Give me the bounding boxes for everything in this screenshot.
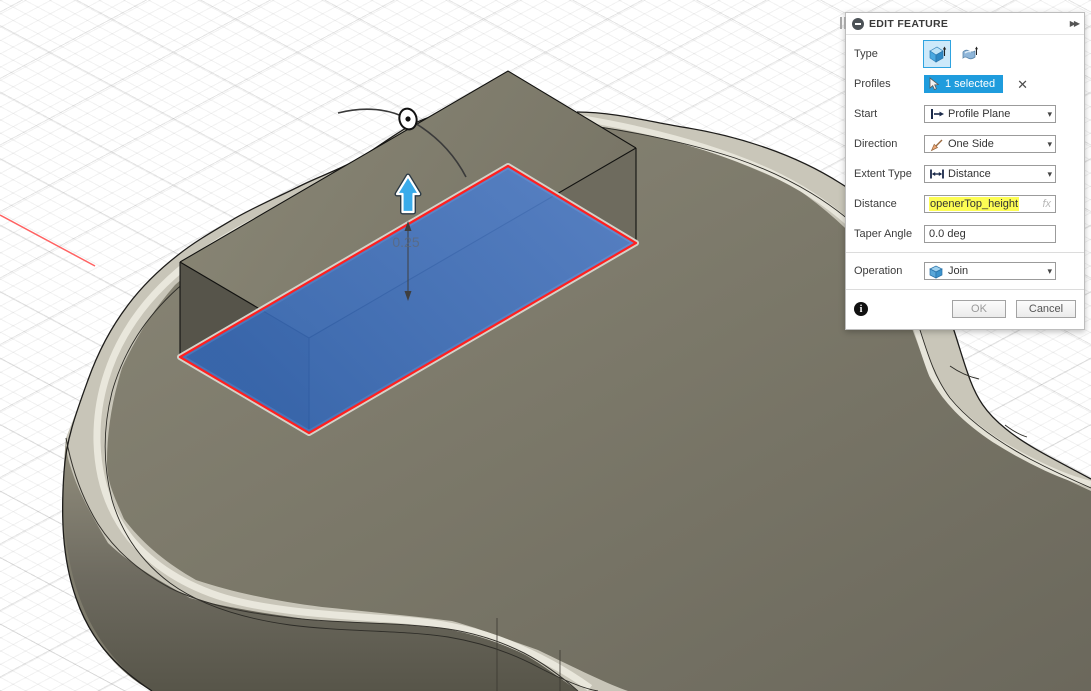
direction-dropdown[interactable]: One Side ▾ xyxy=(924,135,1056,153)
direction-value: One Side xyxy=(945,138,1047,150)
cancel-button[interactable]: Cancel xyxy=(1016,300,1076,318)
start-value: Profile Plane xyxy=(945,108,1047,120)
dialog-footer: i OK Cancel xyxy=(846,293,1084,329)
clear-selection-icon[interactable]: ✕ xyxy=(1017,78,1028,91)
profiles-selected-count: 1 selected xyxy=(945,78,995,90)
dialog-drag-grip[interactable] xyxy=(840,17,846,31)
direction-label: Direction xyxy=(854,138,924,150)
start-label: Start xyxy=(854,108,924,120)
row-operation: Operation Join ▾ xyxy=(846,256,1084,286)
edit-feature-dialog: EDIT FEATURE ▶▶ Type xyxy=(845,12,1085,330)
one-side-icon xyxy=(929,137,945,152)
extent-type-caret-icon: ▾ xyxy=(1047,169,1052,180)
thin-extrude-icon xyxy=(960,44,980,64)
taper-angle-input[interactable]: 0.0 deg xyxy=(924,225,1056,243)
solid-extrude-icon xyxy=(927,44,947,64)
distance-value[interactable]: openerTop_height xyxy=(929,197,1019,211)
feature-minus-icon xyxy=(852,18,864,30)
dialog-title: EDIT FEATURE xyxy=(869,18,1070,30)
row-profiles: Profiles 1 selected ✕ xyxy=(846,69,1084,99)
fx-expression-icon: fx xyxy=(1042,198,1051,210)
dimension-label[interactable]: 0.25 xyxy=(392,234,419,250)
distance-input[interactable]: openerTop_height fx xyxy=(924,195,1056,213)
extent-type-value: Distance xyxy=(945,168,1047,180)
start-dropdown[interactable]: Profile Plane ▾ xyxy=(924,105,1056,123)
operation-dropdown[interactable]: Join ▾ xyxy=(924,262,1056,280)
profiles-label: Profiles xyxy=(854,78,924,90)
ok-button[interactable]: OK xyxy=(952,300,1006,318)
fusion-window: 0.25 EDIT FEATURE ▶▶ Type xyxy=(0,0,1091,691)
taper-angle-value: 0.0 deg xyxy=(929,228,966,240)
distance-extent-icon xyxy=(929,167,945,181)
x-axis-line xyxy=(0,215,95,266)
operation-caret-icon: ▾ xyxy=(1047,266,1052,277)
type-thin-extrude-button[interactable] xyxy=(957,41,983,67)
cursor-icon xyxy=(928,77,941,91)
operation-label: Operation xyxy=(854,265,924,277)
row-type: Type xyxy=(846,39,1084,69)
profile-plane-icon xyxy=(929,107,945,121)
row-extent-type: Extent Type Distance ▾ xyxy=(846,159,1084,189)
profiles-selected-button[interactable]: 1 selected xyxy=(924,75,1003,93)
info-icon[interactable]: i xyxy=(854,302,868,316)
separator xyxy=(846,252,1084,253)
separator xyxy=(846,289,1084,290)
row-start: Start Profile Plane ▾ xyxy=(846,99,1084,129)
operation-value: Join xyxy=(945,265,1047,277)
join-operation-icon xyxy=(928,263,945,280)
row-distance: Distance openerTop_height fx xyxy=(846,189,1084,219)
row-direction: Direction One Side ▾ xyxy=(846,129,1084,159)
taper-angle-label: Taper Angle xyxy=(854,228,924,240)
distance-label: Distance xyxy=(854,198,924,210)
start-caret-icon: ▾ xyxy=(1047,109,1052,120)
extent-type-dropdown[interactable]: Distance ▾ xyxy=(924,165,1056,183)
direction-caret-icon: ▾ xyxy=(1047,139,1052,150)
row-taper-angle: Taper Angle 0.0 deg xyxy=(846,219,1084,249)
dialog-header[interactable]: EDIT FEATURE ▶▶ xyxy=(846,13,1084,35)
type-label: Type xyxy=(854,48,924,60)
extent-type-label: Extent Type xyxy=(854,168,924,180)
collapse-icon[interactable]: ▶▶ xyxy=(1070,19,1078,28)
type-solid-extrude-button[interactable] xyxy=(924,41,950,67)
